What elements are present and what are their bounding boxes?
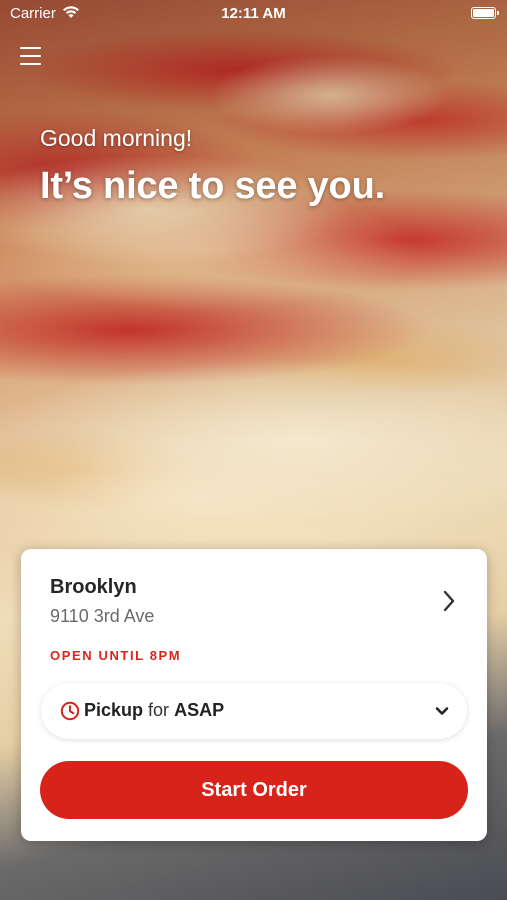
menu-bar-bottom xyxy=(20,63,41,65)
pickup-method: Pickup xyxy=(84,700,144,720)
greeting-text: Good morning! xyxy=(40,125,193,151)
hamburger-menu-icon[interactable] xyxy=(20,47,41,67)
chevron-right-icon[interactable] xyxy=(441,589,457,613)
clock-icon xyxy=(60,701,80,721)
store-card: Brooklyn 9110 3rd Ave OPEN UNTIL 8PM Pic… xyxy=(21,549,487,841)
pickup-time: ASAP xyxy=(174,700,225,720)
pickup-time-selector[interactable]: Pickup for ASAP xyxy=(41,683,467,739)
chevron-down-icon xyxy=(435,707,449,715)
pickup-summary: Pickup for ASAP xyxy=(84,700,224,721)
battery-fill xyxy=(473,9,494,17)
welcome-headline: It’s nice to see you. xyxy=(40,165,385,207)
start-order-button[interactable]: Start Order xyxy=(40,761,468,819)
battery-icon xyxy=(471,7,499,19)
status-time: 12:11 AM xyxy=(221,5,286,22)
status-bar: Carrier 12:11 AM xyxy=(0,0,507,28)
store-hours: OPEN UNTIL 8PM xyxy=(50,648,182,663)
store-name[interactable]: Brooklyn xyxy=(50,576,137,599)
home-screen: Carrier 12:11 AM Good morning! It’s nice… xyxy=(0,0,507,900)
store-address[interactable]: 9110 3rd Ave xyxy=(50,606,154,627)
pickup-connector: for xyxy=(148,700,170,720)
menu-bar-middle xyxy=(20,55,41,57)
menu-bar-top xyxy=(20,47,41,49)
